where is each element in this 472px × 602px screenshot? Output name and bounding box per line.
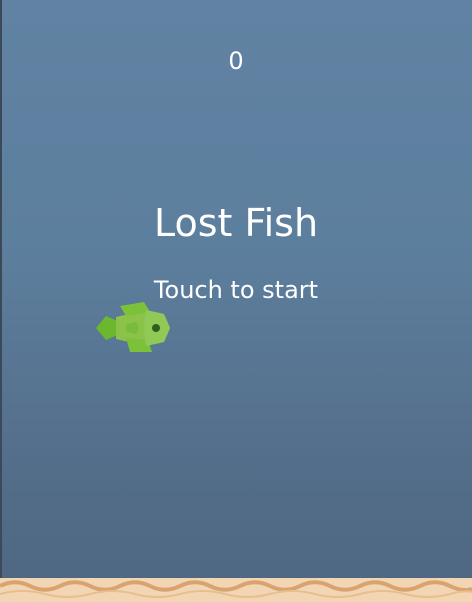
start-prompt[interactable]: Touch to start — [0, 275, 472, 305]
fish-icon[interactable] — [92, 296, 176, 360]
score-counter: 0 — [228, 47, 244, 75]
game-screen[interactable]: 0 Lost Fish Touch to start — [0, 0, 472, 602]
game-title: Lost Fish — [153, 201, 319, 245]
sandy-ground — [0, 578, 472, 602]
